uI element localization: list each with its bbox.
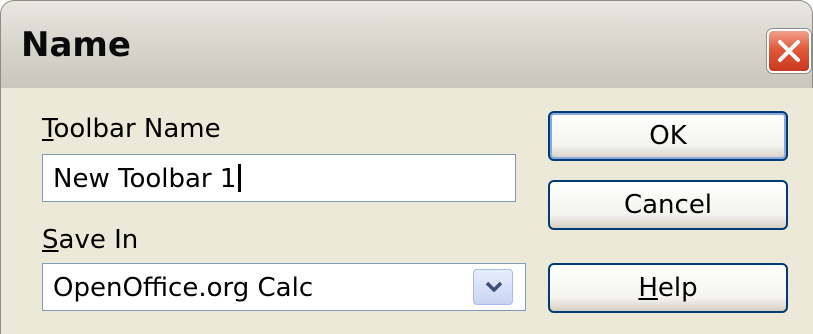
toolbar-name-label: Toolbar Name — [42, 114, 221, 144]
text-caret — [238, 164, 242, 192]
save-in-dropdown-button[interactable] — [473, 269, 513, 305]
close-button[interactable] — [767, 29, 811, 73]
name-dialog: Name Toolbar Name New Toolbar 1 Save In … — [0, 0, 813, 334]
dialog-title: Name — [21, 25, 131, 65]
chevron-down-icon — [485, 281, 503, 292]
toolbar-name-input[interactable]: New Toolbar 1 — [42, 154, 516, 202]
close-icon — [778, 40, 800, 62]
cancel-button[interactable]: Cancel — [548, 180, 788, 230]
help-button[interactable]: Help — [548, 263, 788, 313]
save-in-select[interactable]: OpenOffice.org Calc — [42, 263, 526, 311]
toolbar-name-value: New Toolbar 1 — [53, 164, 237, 194]
save-in-label: Save In — [42, 225, 139, 255]
title-bar[interactable]: Name — [0, 0, 813, 88]
save-in-value: OpenOffice.org Calc — [53, 273, 314, 303]
ok-button[interactable]: OK — [548, 111, 788, 161]
